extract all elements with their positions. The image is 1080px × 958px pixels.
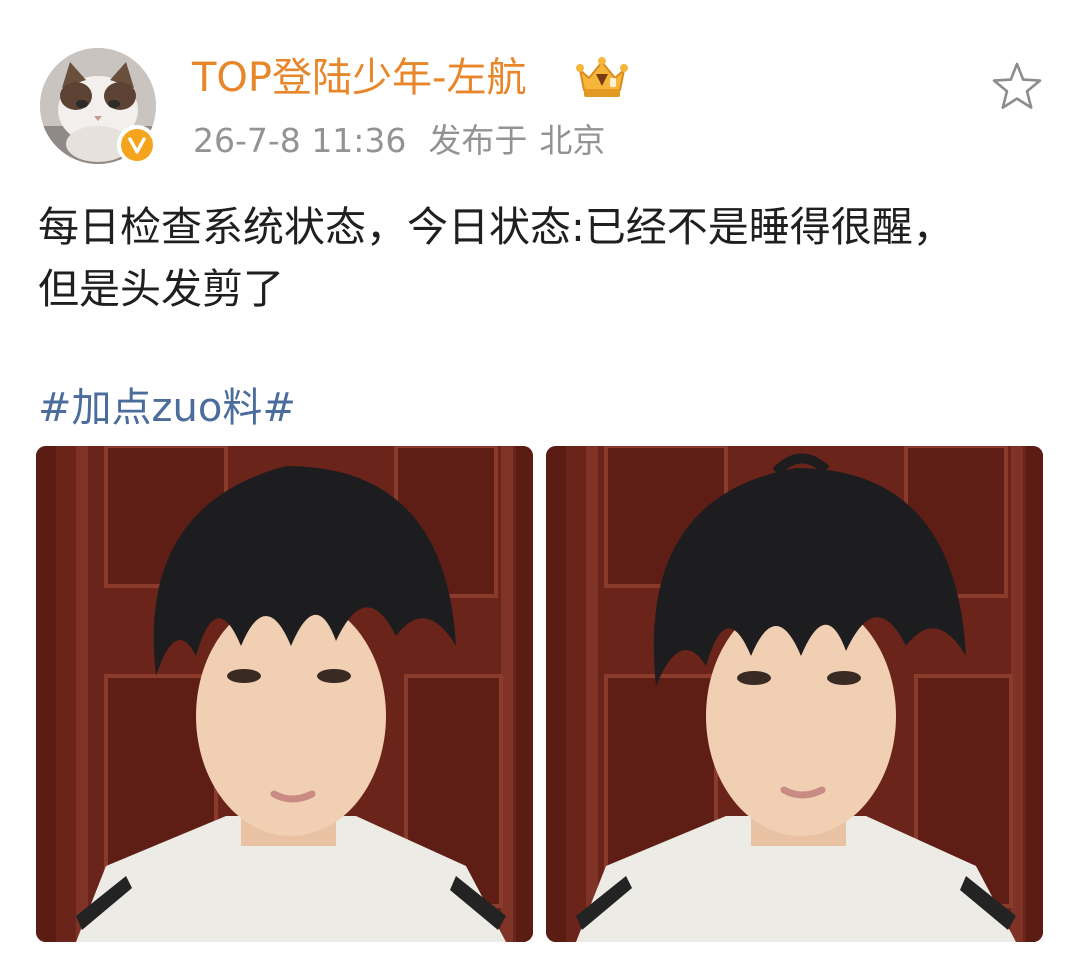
post-date: 26-7-8 (193, 121, 301, 160)
post-text-line: 但是头发剪了 (38, 265, 284, 313)
photo-image (36, 446, 533, 942)
post-photo-2[interactable] (546, 446, 1043, 942)
post-location: 北京 (539, 121, 606, 160)
post-time: 11:36 (311, 121, 407, 160)
verified-badge (117, 125, 157, 165)
star-outline-icon (992, 62, 1042, 109)
favorite-button[interactable] (990, 60, 1044, 114)
crown-member-icon[interactable] (574, 56, 630, 100)
author-name[interactable]: TOP登陆少年-左航 (192, 52, 526, 104)
photo-image (546, 446, 1043, 942)
hashtag-link[interactable]: #加点zuo料# (38, 380, 296, 436)
post-text-line: 每日检查系统状态，今日状态:已经不是睡得很醒， (38, 203, 954, 251)
verified-v-icon (128, 137, 146, 154)
publish-label: 发布于 (428, 121, 528, 160)
post-photo-1[interactable] (36, 446, 533, 942)
post-meta: 26-7-8 11:36 发布于 北京 (193, 118, 605, 164)
post-text: 每日检查系统状态，今日状态:已经不是睡得很醒， 但是头发剪了 (38, 196, 1048, 320)
